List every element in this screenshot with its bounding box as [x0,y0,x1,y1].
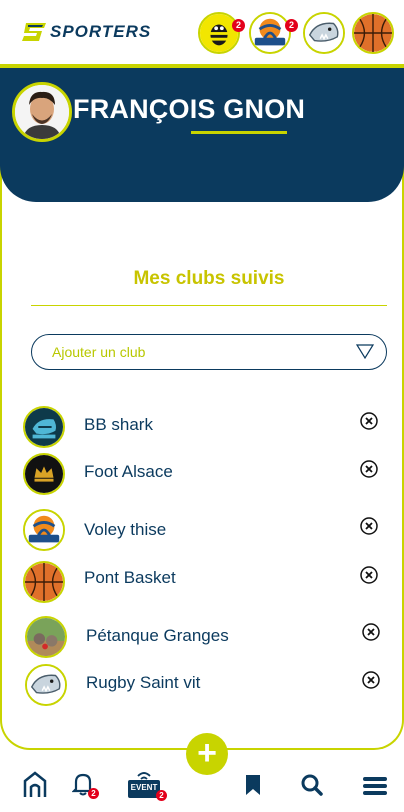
chevron-down-icon [356,344,374,360]
close-circle-icon [362,623,380,641]
crown-logo-icon [25,455,63,493]
list-item: Pétanque Granges [0,616,404,658]
club-name: Foot Alsace [84,462,173,481]
wasp-club-icon [200,14,238,52]
nav-search[interactable] [301,774,323,796]
remove-club-button[interactable] [360,517,378,535]
close-circle-icon [360,566,378,584]
petanque-logo-icon [27,618,65,656]
brand-name: SPORTERS [50,22,152,41]
avatar[interactable] [12,82,72,142]
volleyball-club-icon [251,14,289,52]
club-name: Pont Basket [84,568,176,587]
list-item: Voley thise [0,509,404,551]
club-name: BB shark [84,415,153,434]
close-circle-icon [362,671,380,689]
sporters-logo[interactable]: SPORTERS [22,22,151,42]
notifications-badge: 2 [88,788,99,799]
shark-logo-icon [27,666,65,704]
shark-club-icon [305,14,343,52]
club-logo [23,406,65,448]
bookmark-icon [246,775,260,795]
nav-saved[interactable] [245,774,261,796]
nav-menu[interactable] [362,776,388,796]
header-club-basketball[interactable] [352,12,394,54]
remove-club-button[interactable] [360,566,378,584]
club-logo [25,616,67,658]
remove-club-button[interactable] [362,623,380,641]
club-name: Pétanque Granges [86,626,229,645]
club-logo [23,509,65,551]
header-club-wasp[interactable] [198,12,240,54]
volleyball-logo-icon [25,511,63,549]
list-item: Rugby Saint vit [0,664,404,706]
user-name: FRANÇOIS GNON [73,94,306,124]
remove-club-button[interactable] [360,412,378,430]
add-button[interactable]: + [186,733,228,775]
club-logo [23,561,65,603]
club-logo [25,664,67,706]
menu-icon [363,777,387,795]
close-circle-icon [360,517,378,535]
header-club-shark[interactable] [303,12,345,54]
nav-home[interactable] [22,770,48,798]
list-item: Pont Basket [0,561,404,603]
remove-club-button[interactable] [362,671,380,689]
sporters-logo-icon [22,23,46,41]
basketball-logo-icon [25,563,63,601]
search-icon [301,774,323,796]
notification-badge: 2 [232,19,245,32]
club-name: Voley thise [84,520,167,539]
top-bar: SPORTERS 2 2 [0,0,404,66]
home-icon [23,771,47,797]
shark-logo-icon [25,408,63,446]
add-club-select[interactable]: Ajouter un club [31,334,387,370]
event-label: EVENT [130,783,158,792]
user-avatar-icon [15,85,69,139]
notification-badge: 2 [285,19,298,32]
club-logo [23,453,65,495]
close-circle-icon [360,412,378,430]
list-item: BB shark [0,405,404,448]
add-club-placeholder: Ajouter un club [52,344,146,360]
basketball-club-icon [354,14,392,52]
event-badge: 2 [156,790,167,801]
header-club-volleyball[interactable] [249,12,291,54]
club-name: Rugby Saint vit [86,673,201,692]
close-circle-icon [360,460,378,478]
list-item: Foot Alsace [0,452,404,495]
remove-club-button[interactable] [360,460,378,478]
name-underline [191,131,287,134]
section-divider [31,305,387,306]
section-title: Mes clubs suivis [133,268,285,289]
